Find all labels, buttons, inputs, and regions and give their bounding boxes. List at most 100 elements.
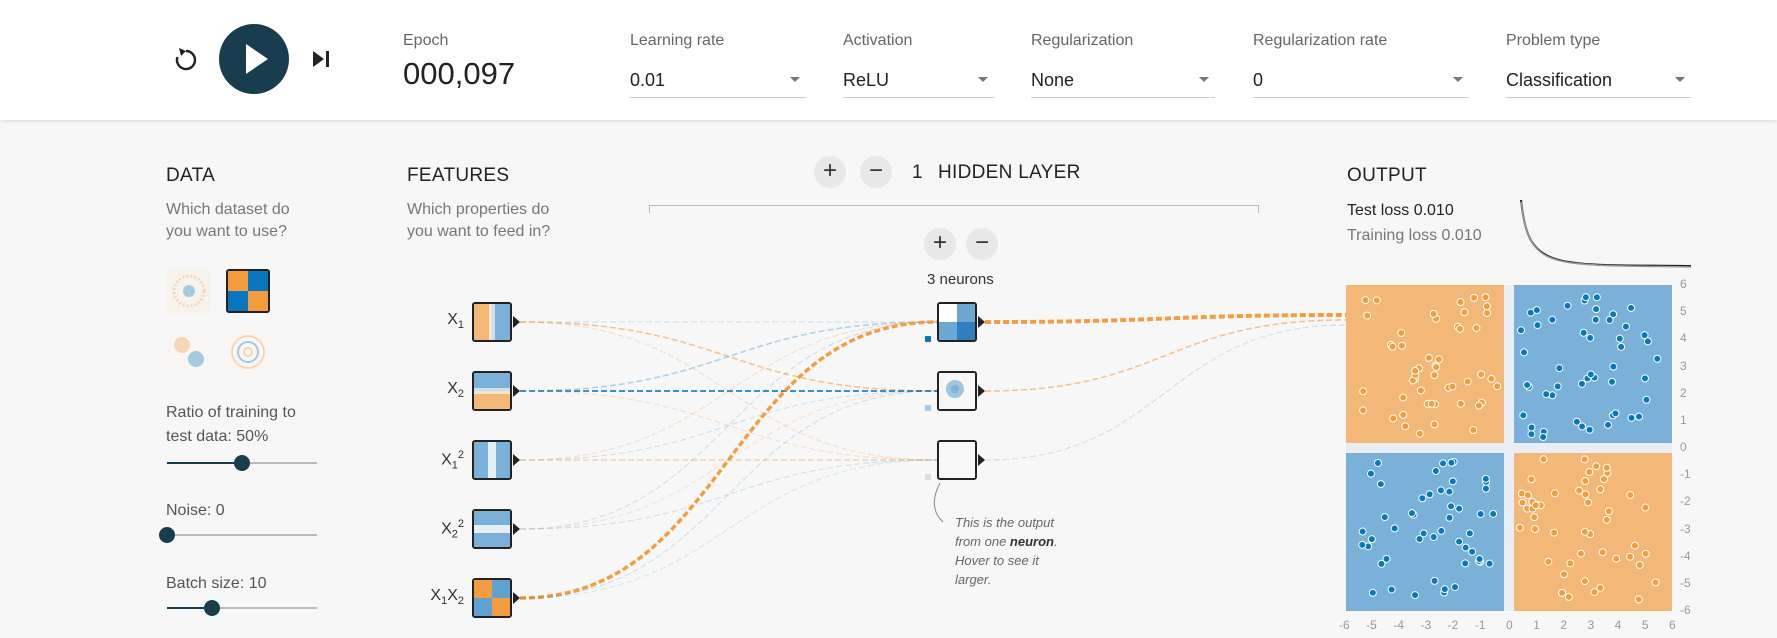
data-point: [1550, 528, 1559, 537]
batch-size-slider[interactable]: [167, 600, 317, 616]
dataset-circle[interactable]: [167, 269, 211, 313]
data-point: [1527, 475, 1536, 484]
data-point: [1481, 474, 1490, 483]
add-layer-button[interactable]: +: [814, 156, 846, 188]
data-point: [1555, 364, 1564, 373]
data-point: [1641, 503, 1650, 512]
y-tick-label: -2: [1680, 494, 1691, 509]
data-point: [1389, 414, 1398, 423]
hidden-neuron-3[interactable]: [937, 440, 977, 480]
data-point: [1612, 554, 1621, 563]
data-point: [1598, 548, 1607, 557]
data-point: [1581, 293, 1590, 302]
data-point: [1580, 527, 1589, 536]
data-point: [1418, 494, 1427, 503]
data-point: [1432, 363, 1441, 372]
data-point: [1630, 541, 1639, 550]
data-point: [1434, 355, 1443, 364]
data-point: [1621, 322, 1630, 331]
data-point: [1411, 591, 1420, 600]
data-point: [1440, 585, 1449, 594]
y-tick-label: 5: [1680, 304, 1687, 319]
network-link[interactable]: [519, 321, 938, 392]
data-point: [1586, 333, 1595, 342]
neurons-count-label: 3 neurons: [927, 271, 994, 288]
data-point: [1611, 409, 1620, 418]
ratio-slider[interactable]: [167, 455, 317, 471]
data-point: [1472, 323, 1481, 332]
data-point: [1559, 570, 1568, 579]
feature-node-2[interactable]: [472, 371, 512, 411]
data-point: [1563, 301, 1572, 310]
data-point: [1581, 476, 1590, 485]
network-link[interactable]: [519, 459, 938, 530]
data-point: [1399, 393, 1408, 402]
data-point: [1515, 523, 1524, 532]
neuron-arrow: [978, 316, 985, 328]
feature-node-4[interactable]: [472, 509, 512, 549]
data-point: [1576, 549, 1585, 558]
bias-indicator[interactable]: [925, 405, 931, 411]
add-neuron-button[interactable]: +: [924, 228, 956, 260]
data-point: [1653, 354, 1662, 363]
feature-node-5[interactable]: [472, 578, 512, 618]
data-point: [1427, 399, 1436, 408]
y-tick-label: 3: [1680, 358, 1687, 373]
data-point: [1376, 480, 1385, 489]
data-point: [1578, 422, 1587, 431]
data-point: [1520, 348, 1529, 357]
slider-knob[interactable]: [204, 600, 220, 616]
data-point: [1468, 547, 1477, 556]
data-point: [1475, 555, 1484, 564]
bias-indicator[interactable]: [925, 474, 931, 480]
data-point: [1463, 377, 1472, 386]
network-link[interactable]: [519, 390, 938, 461]
x-tick-label: -5: [1366, 618, 1377, 632]
data-point: [1430, 371, 1439, 380]
bias-indicator[interactable]: [925, 336, 931, 342]
batch-size-label: Batch size: 10: [166, 575, 267, 592]
x-tick-label: 6: [1669, 618, 1676, 632]
annotation-bold: neuron: [1009, 534, 1054, 549]
data-point: [1456, 399, 1465, 408]
data-point: [1635, 560, 1644, 569]
data-point: [1416, 386, 1425, 395]
y-tick-label: 0: [1680, 440, 1687, 454]
slider-knob[interactable]: [234, 455, 250, 471]
feature-node-1[interactable]: [472, 302, 512, 342]
data-point: [1586, 370, 1595, 379]
feature-label: X1: [447, 311, 464, 332]
feature-node-3[interactable]: [472, 440, 512, 480]
data-point: [1456, 298, 1465, 307]
hidden-neuron-1[interactable]: [937, 302, 977, 342]
network-link[interactable]: [984, 313, 1347, 324]
network-link[interactable]: [519, 459, 938, 599]
dataset-spiral[interactable]: [226, 330, 270, 374]
remove-layer-button[interactable]: −: [860, 156, 892, 188]
slider-knob[interactable]: [159, 527, 175, 543]
network-link[interactable]: [984, 324, 1347, 461]
data-point: [1592, 462, 1601, 471]
y-tick-label: 1: [1680, 412, 1687, 427]
data-point: [1363, 311, 1372, 320]
data-point: [1399, 410, 1408, 419]
features-heading: FEATURES: [407, 165, 510, 186]
noise-slider[interactable]: [159, 527, 317, 543]
dataset-xor[interactable]: [226, 269, 270, 313]
data-point: [1579, 328, 1588, 337]
data-point: [1407, 509, 1416, 518]
network-link[interactable]: [984, 319, 1347, 392]
feature-arrow: [513, 592, 520, 604]
remove-neuron-button[interactable]: −: [966, 228, 998, 260]
data-point: [1401, 422, 1410, 431]
hidden-layer-count: 1: [912, 162, 923, 183]
data-point: [1380, 513, 1389, 522]
data-point: [1437, 526, 1446, 535]
data-point: [1580, 577, 1589, 586]
dataset-gaussian[interactable]: [167, 330, 211, 374]
hidden-neuron-2[interactable]: [937, 371, 977, 411]
output-heatmap[interactable]: [1346, 285, 1672, 611]
data-point: [1419, 529, 1428, 538]
loss-curve: [1520, 199, 1691, 268]
data-point: [1530, 513, 1539, 522]
